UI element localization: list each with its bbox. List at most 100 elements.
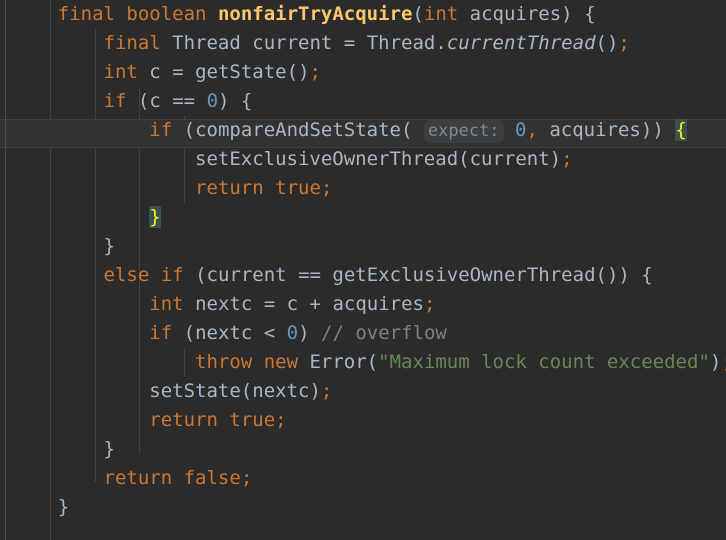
param-acquires: acquires [469, 3, 562, 25]
paren-open: ( [412, 3, 424, 25]
keyword-final: final [103, 32, 161, 54]
keyword-if: if [160, 264, 184, 286]
paren-close: ) [549, 148, 562, 170]
call-getExclusiveOwnerThread[interactable]: getExclusiveOwnerThread [332, 264, 595, 286]
code-line-2[interactable]: final Thread current = Thread.currentThr… [0, 29, 726, 58]
code-text[interactable]: final boolean nonfairTryAcquire(int acqu… [0, 0, 726, 522]
brace-close: } [57, 496, 70, 518]
paren-close-pair: )) [640, 119, 664, 141]
keyword-throw: throw [195, 351, 253, 373]
operator-plus: + [309, 293, 321, 315]
semicolon: ; [721, 351, 726, 373]
code-line-3[interactable]: int c = getState(); [0, 58, 726, 87]
string-literal-error-message: "Maximum lock count exceeded" [378, 351, 710, 373]
paren-open: ( [400, 119, 413, 141]
parens-empty: () [286, 61, 310, 83]
keyword-return: return [195, 177, 264, 199]
number-zero: 0 [515, 119, 527, 141]
var-c: c [149, 61, 161, 83]
keyword-new: new [263, 351, 299, 373]
paren-open: ( [240, 380, 253, 402]
operator-equals: == [298, 264, 321, 286]
number-zero: 0 [206, 90, 219, 112]
var-c: c [286, 293, 299, 315]
inlay-parameter-hint-expect[interactable]: expect: [423, 120, 504, 143]
paren-close: ) [298, 322, 310, 344]
paren-open: ( [195, 264, 207, 286]
var-acquires: acquires [332, 293, 424, 315]
semicolon: ; [275, 409, 287, 431]
code-line-5[interactable]: if (compareAndSetState( expect: 0, acqui… [0, 116, 726, 145]
semicolon: ; [320, 380, 333, 402]
var-nextc: nextc [195, 293, 253, 315]
code-line-1[interactable]: final boolean nonfairTryAcquire(int acqu… [0, 0, 726, 29]
paren-open: ( [458, 148, 470, 170]
paren-open: ( [137, 90, 150, 112]
paren-open: ( [366, 351, 379, 373]
code-line-11[interactable]: int nextc = c + acquires; [0, 290, 726, 319]
comma: , [526, 119, 538, 141]
code-line-18[interactable]: } [0, 493, 726, 522]
call-currentThread[interactable]: currentThread [447, 32, 596, 54]
semicolon: ; [320, 177, 333, 199]
keyword-if: if [103, 90, 127, 112]
keyword-return: return [149, 409, 218, 431]
code-line-16[interactable]: } [0, 435, 726, 464]
code-line-6[interactable]: setExclusiveOwnerThread(current); [0, 145, 726, 174]
keyword-int: int [149, 293, 184, 315]
code-line-7[interactable]: return true; [0, 174, 726, 203]
semicolon: ; [561, 148, 573, 170]
paren-close: ) [309, 380, 321, 402]
code-line-12[interactable]: if (nextc < 0) // overflow [0, 319, 726, 348]
keyword-else: else [103, 264, 150, 286]
var-c: c [149, 90, 161, 112]
type-thread: Thread [366, 32, 436, 54]
keyword-int: int [103, 61, 138, 83]
parens-empty: () [595, 32, 619, 54]
code-line-17[interactable]: return false; [0, 464, 726, 493]
keyword-if: if [149, 119, 173, 141]
call-setState[interactable]: setState [149, 380, 241, 402]
code-line-4[interactable]: if (c == 0) { [0, 87, 726, 116]
method-declaration-name[interactable]: nonfairTryAcquire [218, 3, 412, 25]
paren-open: ( [183, 322, 196, 344]
type-error: Error [309, 351, 367, 373]
paren-close: ) [709, 351, 722, 373]
code-line-14[interactable]: setState(nextc); [0, 377, 726, 406]
keyword-return: return [103, 467, 173, 489]
operator-assign: = [172, 61, 184, 83]
semicolon: ; [240, 467, 253, 489]
var-current: current [252, 32, 333, 54]
call-setExclusiveOwnerThread[interactable]: setExclusiveOwnerThread [195, 148, 458, 170]
code-line-9[interactable]: } [0, 232, 726, 261]
semicolon: ; [309, 61, 321, 83]
type-thread: Thread [172, 32, 241, 54]
keyword-int: int [423, 3, 459, 25]
keyword-if: if [149, 322, 173, 344]
paren-open: ( [183, 119, 196, 141]
call-getState[interactable]: getState [195, 61, 287, 83]
paren-close: ) [561, 3, 573, 25]
keyword-boolean: boolean [126, 3, 207, 25]
parens-close-pair: ()) [595, 264, 630, 286]
paren-close: ) [218, 90, 230, 112]
code-line-15[interactable]: return true; [0, 406, 726, 435]
keyword-true: true [275, 177, 321, 199]
number-zero: 0 [286, 322, 299, 344]
operator-assign: = [343, 32, 356, 54]
matched-brace-close: } [149, 206, 161, 228]
brace-close: } [103, 235, 115, 257]
operator-assign: = [263, 293, 276, 315]
arg-current: current [469, 148, 550, 170]
comment-overflow: // overflow [321, 322, 447, 344]
operator-less-than: < [263, 322, 276, 344]
keyword-true: true [229, 409, 276, 431]
code-line-10[interactable]: else if (current == getExclusiveOwnerThr… [0, 261, 726, 290]
matched-brace-open: { [675, 119, 687, 141]
brace-open: { [641, 264, 653, 286]
call-compareAndSetState[interactable]: compareAndSetState [195, 119, 401, 141]
brace-close: } [103, 438, 115, 460]
code-line-8[interactable]: } [0, 203, 726, 232]
code-editor[interactable]: / final boolean nonfairTryAcquire(int ac… [0, 0, 726, 540]
code-line-13[interactable]: throw new Error("Maximum lock count exce… [0, 348, 726, 377]
